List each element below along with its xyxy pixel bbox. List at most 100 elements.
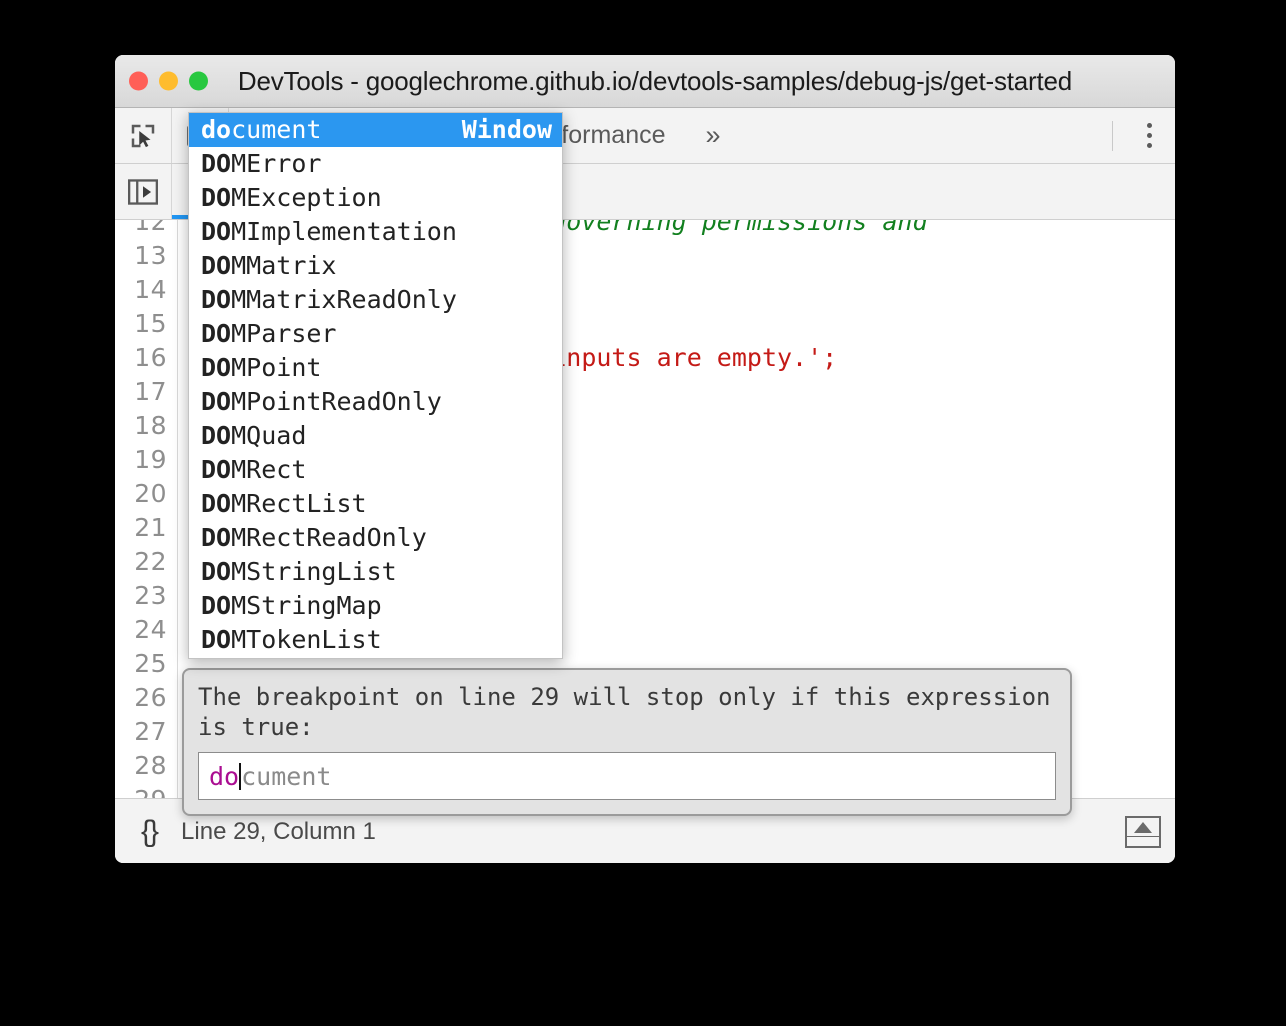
line-number[interactable]: 24 — [115, 613, 177, 647]
line-number[interactable]: 21 — [115, 511, 177, 545]
autocomplete-item-rest: MPoint — [231, 353, 321, 382]
condition-typed-text: do — [209, 762, 239, 791]
line-number[interactable]: 25 — [115, 647, 177, 681]
autocomplete-item[interactable]: DOMPoint — [189, 351, 562, 385]
gutter-divider — [177, 545, 178, 579]
maximize-window-button[interactable] — [189, 72, 208, 91]
autocomplete-item[interactable]: DOMRectList — [189, 487, 562, 521]
autocomplete-match-prefix: DO — [201, 387, 231, 416]
autocomplete-item-rest: MMatrix — [231, 251, 336, 280]
gutter-divider — [177, 613, 178, 647]
close-window-button[interactable] — [129, 72, 148, 91]
autocomplete-item-label: DOMError — [201, 147, 321, 181]
gutter-divider — [177, 477, 178, 511]
autocomplete-item[interactable]: DOMRectReadOnly — [189, 521, 562, 555]
autocomplete-item-label: DOMImplementation — [201, 215, 457, 249]
autocomplete-item-rest: MRectList — [231, 489, 366, 518]
breakpoint-condition-input[interactable]: document — [198, 752, 1056, 800]
line-number[interactable]: 17 — [115, 375, 177, 409]
autocomplete-item-type: Window — [462, 113, 552, 147]
autocomplete-item-label: DOMMatrix — [201, 249, 336, 283]
autocomplete-item-rest: MMatrixReadOnly — [231, 285, 457, 314]
gutter-divider — [177, 375, 178, 409]
minimize-window-button[interactable] — [159, 72, 178, 91]
line-number[interactable]: 18 — [115, 409, 177, 443]
pretty-print-button[interactable]: {} — [129, 815, 169, 849]
autocomplete-item[interactable]: DOMPointReadOnly — [189, 385, 562, 419]
breakpoint-condition-popup: The breakpoint on line 29 will stop only… — [182, 668, 1072, 816]
autocomplete-item[interactable]: DOMMatrix — [189, 249, 562, 283]
gutter-divider — [177, 511, 178, 545]
autocomplete-item-label: DOMRect — [201, 453, 306, 487]
show-drawer-button[interactable] — [1125, 816, 1161, 848]
line-number[interactable]: 27 — [115, 715, 177, 749]
autocomplete-item-rest: MException — [231, 183, 382, 212]
autocomplete-item-rest: MStringMap — [231, 591, 382, 620]
autocomplete-item[interactable]: DOMError — [189, 147, 562, 181]
line-number[interactable]: 29 — [115, 783, 177, 798]
autocomplete-item-rest: MRect — [231, 455, 306, 484]
autocomplete-item[interactable]: DOMImplementation — [189, 215, 562, 249]
autocomplete-item-label: DOMPoint — [201, 351, 321, 385]
autocomplete-item[interactable]: DOMQuad — [189, 419, 562, 453]
autocomplete-item-rest: MStringList — [231, 557, 397, 586]
kebab-menu-icon — [1147, 133, 1152, 138]
autocomplete-item[interactable]: DOMParser — [189, 317, 562, 351]
line-number[interactable]: 20 — [115, 477, 177, 511]
autocomplete-item[interactable]: document Window — [189, 113, 562, 147]
breakpoint-condition-message: The breakpoint on line 29 will stop only… — [198, 682, 1056, 742]
line-number[interactable]: 16 — [115, 341, 177, 375]
screen: DevTools - googlechrome.github.io/devtoo… — [0, 0, 1286, 1026]
autocomplete-item[interactable]: DOMMatrixReadOnly — [189, 283, 562, 317]
tab-overflow-label: » — [706, 120, 721, 151]
drawer-icon-bar — [1127, 836, 1159, 837]
gutter-divider — [177, 749, 178, 783]
autocomplete-item-rest: MRectReadOnly — [231, 523, 427, 552]
line-number[interactable]: 28 — [115, 749, 177, 783]
window-controls — [129, 72, 208, 91]
autocomplete-item[interactable]: DOMStringList — [189, 555, 562, 589]
autocomplete-item-rest: MQuad — [231, 421, 306, 450]
line-number[interactable]: 14 — [115, 273, 177, 307]
autocomplete-match-prefix: DO — [201, 149, 231, 178]
autocomplete-match-prefix: DO — [201, 591, 231, 620]
autocomplete-match-prefix: DO — [201, 489, 231, 518]
autocomplete-match-prefix: DO — [201, 421, 231, 450]
autocomplete-match-prefix: DO — [201, 319, 231, 348]
line-number[interactable]: 15 — [115, 307, 177, 341]
line-number[interactable]: 19 — [115, 443, 177, 477]
line-number[interactable]: 22 — [115, 545, 177, 579]
autocomplete-item-label: DOMRectReadOnly — [201, 521, 427, 555]
autocomplete-match-prefix: DO — [201, 285, 231, 314]
main-menu-button[interactable] — [1123, 108, 1175, 163]
line-number[interactable]: 23 — [115, 579, 177, 613]
autocomplete-item-label: DOMRectList — [201, 487, 367, 521]
autocomplete-item-rest: MTokenList — [231, 625, 382, 654]
tabbar-right-controls — [1102, 108, 1175, 163]
autocomplete-item[interactable]: DOMStringMap — [189, 589, 562, 623]
kebab-menu-icon — [1147, 123, 1152, 128]
autocomplete-item-label: document — [201, 113, 321, 147]
show-navigator-button[interactable] — [115, 164, 171, 219]
line-number[interactable]: 12 — [115, 220, 177, 239]
tab-overflow-button[interactable]: » — [688, 108, 739, 163]
autocomplete-item-rest: MParser — [231, 319, 336, 348]
autocomplete-popup[interactable]: documentWindowDOMErrorDOMExceptionDOMImp… — [188, 112, 563, 659]
inspect-element-icon — [128, 121, 158, 151]
autocomplete-match-prefix: DO — [201, 455, 231, 484]
autocomplete-item-label: DOMQuad — [201, 419, 306, 453]
autocomplete-item[interactable]: DOMRect — [189, 453, 562, 487]
line-number[interactable]: 26 — [115, 681, 177, 715]
autocomplete-match-prefix: DO — [201, 353, 231, 382]
autocomplete-item[interactable]: DOMTokenList — [189, 623, 562, 657]
window-titlebar: DevTools - googlechrome.github.io/devtoo… — [115, 55, 1175, 108]
autocomplete-item[interactable]: DOMException — [189, 181, 562, 215]
toolbar-divider-3 — [1112, 121, 1113, 151]
line-number[interactable]: 13 — [115, 239, 177, 273]
inspect-element-button[interactable] — [115, 108, 171, 163]
gutter-divider — [177, 341, 178, 375]
autocomplete-match-prefix: DO — [201, 625, 231, 654]
gutter-divider — [177, 443, 178, 477]
autocomplete-item-label: DOMStringMap — [201, 589, 382, 623]
autocomplete-match-prefix: DO — [201, 251, 231, 280]
